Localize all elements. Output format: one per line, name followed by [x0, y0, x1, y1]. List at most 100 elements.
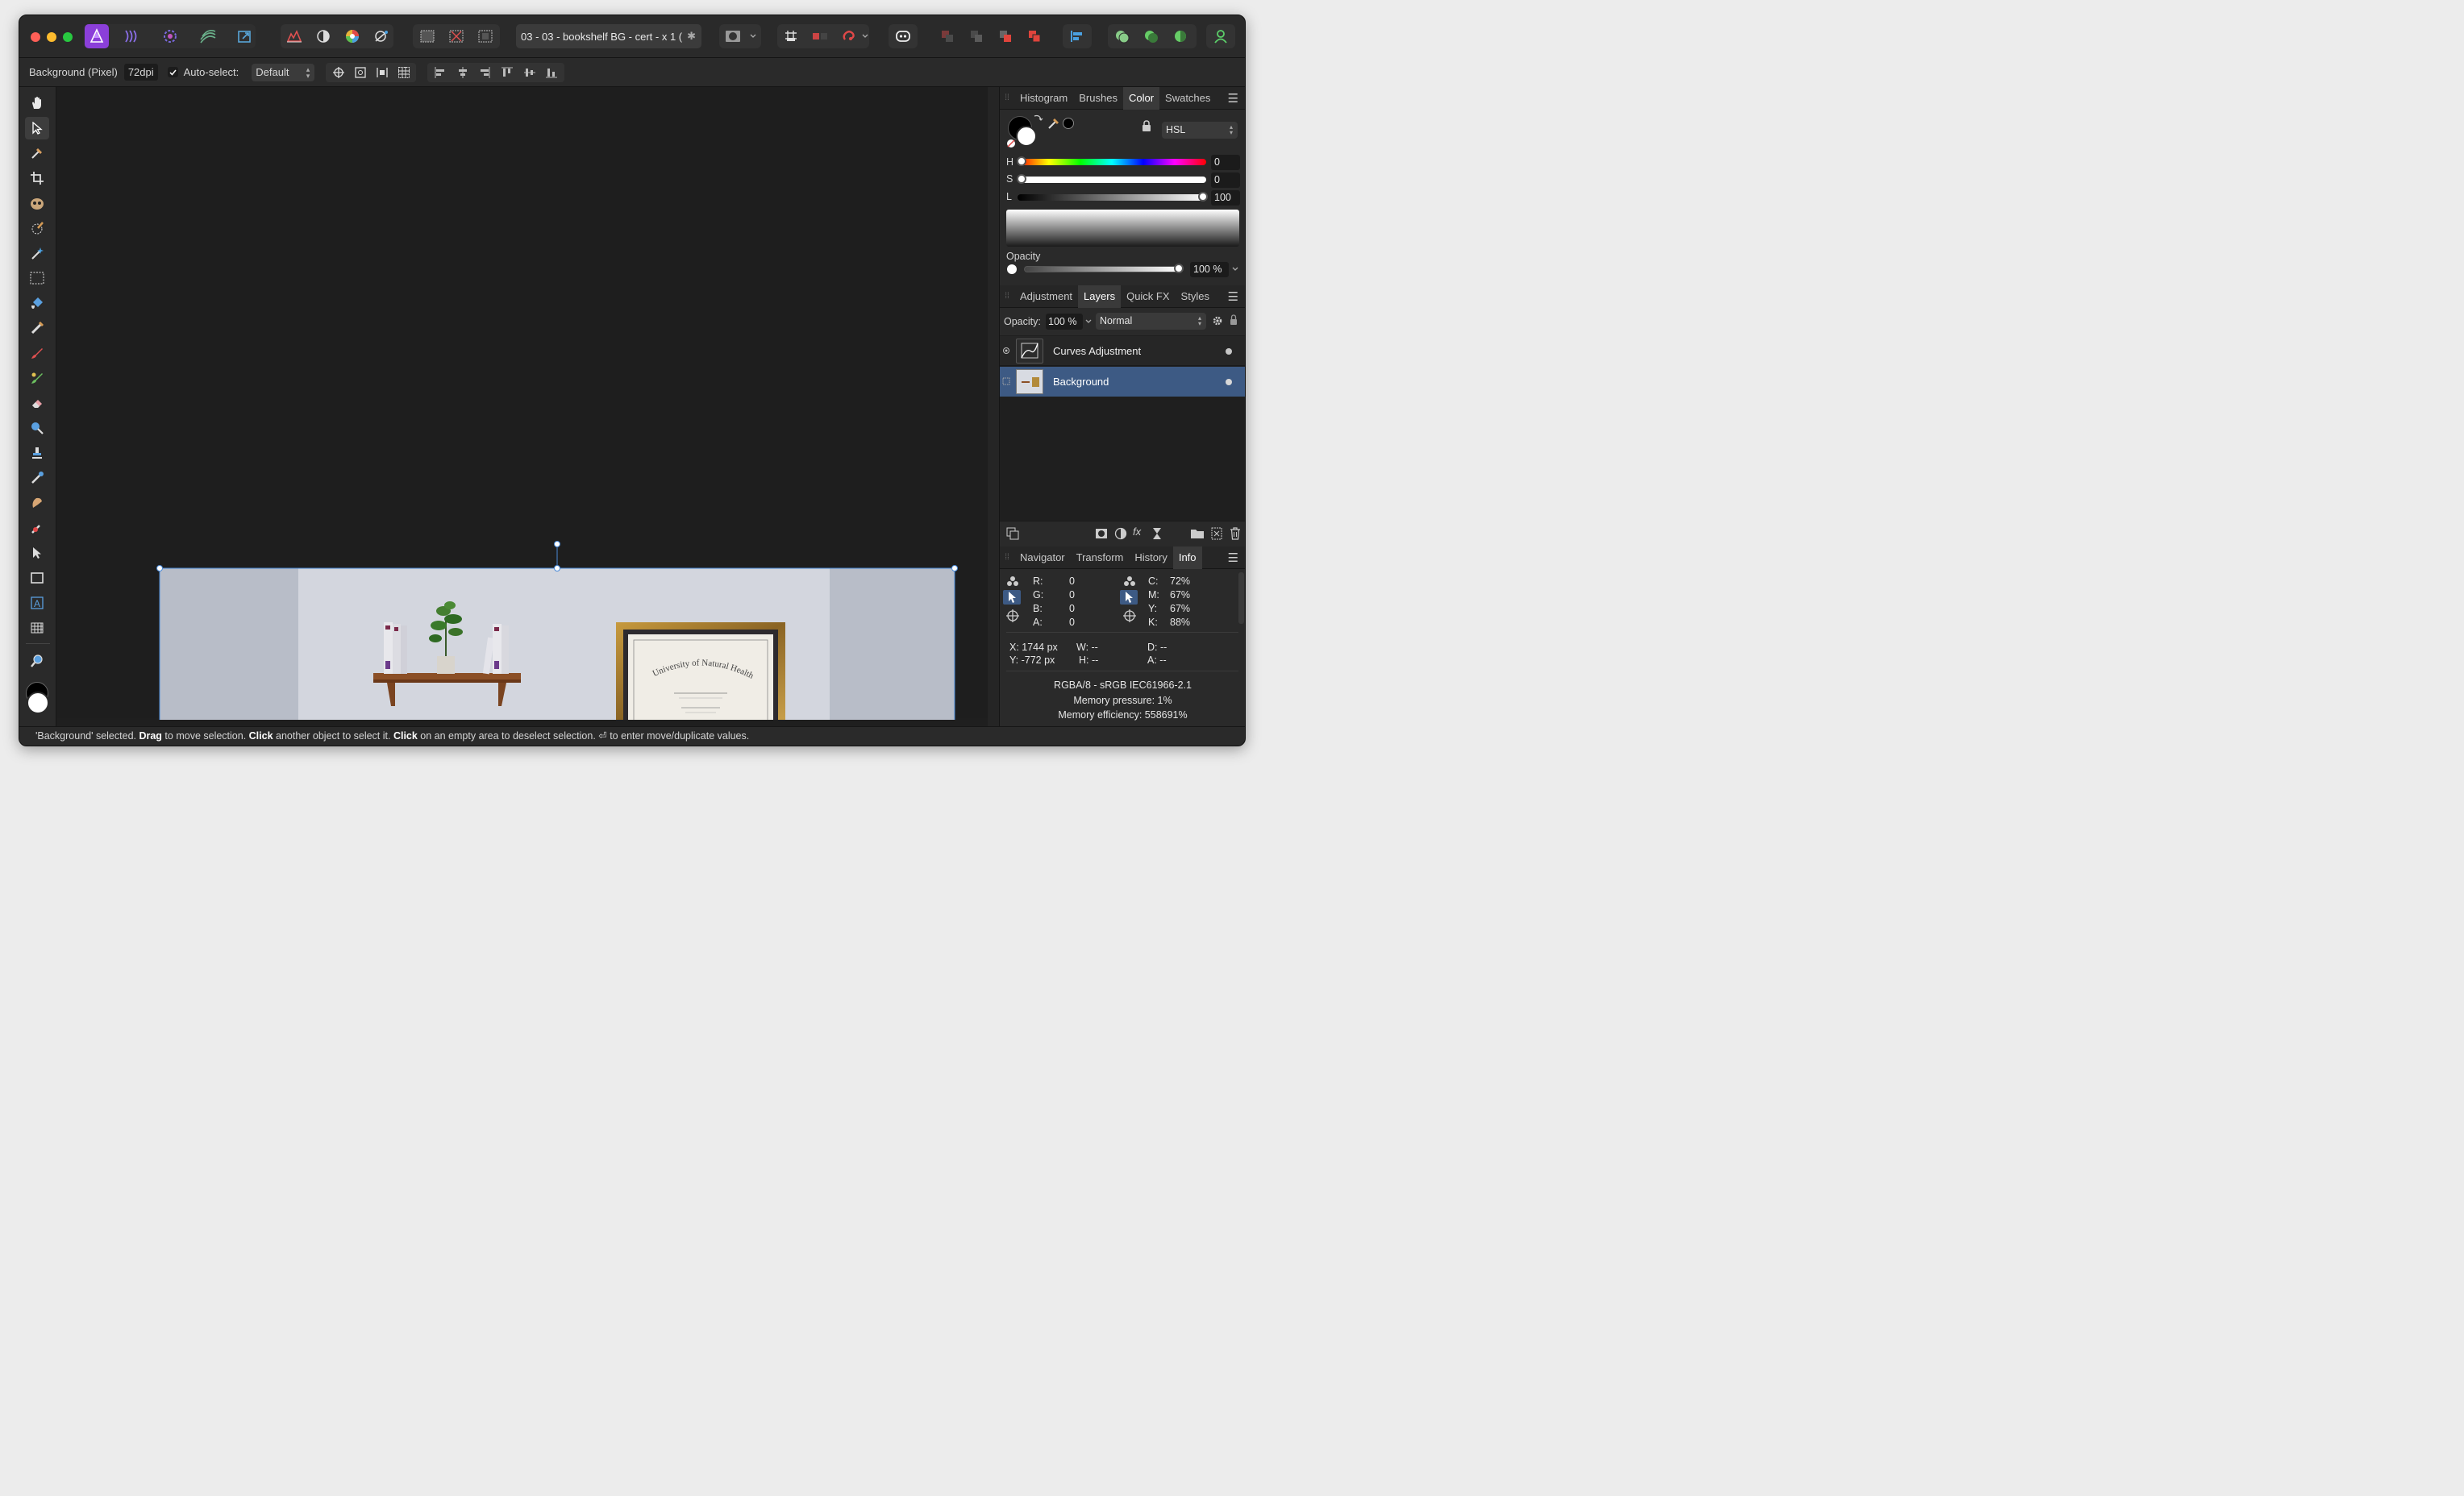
mask-dropdown-chevron-icon[interactable] — [747, 24, 760, 48]
document-modified-icon[interactable]: ✱ — [687, 30, 696, 43]
minimize-window-button[interactable] — [47, 32, 56, 42]
drag-grip-icon[interactable]: ⁞⁞ — [1000, 94, 1014, 102]
autoselect-dropdown[interactable]: Default ▴ ▾ — [252, 63, 315, 81]
color-replacement-tool-icon[interactable] — [25, 367, 49, 389]
info-scrollbar[interactable] — [1238, 572, 1244, 624]
stroke-color-swatch[interactable] — [1016, 126, 1037, 147]
layer-lock-toggle-icon[interactable] — [1002, 377, 1010, 385]
zoom-tool-icon[interactable] — [25, 650, 49, 672]
pointer-source-button[interactable] — [1003, 590, 1021, 605]
selection-brush-tool-icon[interactable] — [25, 192, 49, 214]
layer-visibility-dot[interactable] — [1226, 348, 1232, 355]
develop-persona-icon[interactable] — [158, 24, 182, 48]
cmyk-channels-icon[interactable] — [1123, 576, 1136, 587]
hue-input[interactable]: 0 — [1211, 155, 1240, 170]
artistic-text-tool-icon[interactable]: A — [25, 592, 49, 614]
opacity-slider-knob[interactable] — [1174, 264, 1184, 273]
move-tool-arrow-icon[interactable] — [25, 117, 49, 139]
alignment-icon[interactable] — [1064, 24, 1090, 48]
assistant-settings-icon[interactable] — [890, 24, 916, 48]
add-shapes-icon[interactable] — [1109, 24, 1135, 48]
photo-persona-icon[interactable] — [85, 24, 109, 48]
tab-adjustment[interactable]: Adjustment — [1014, 285, 1078, 308]
marquee-tool-icon[interactable] — [25, 267, 49, 289]
layer-row-curves[interactable]: Curves Adjustment — [1000, 336, 1245, 366]
opacity-input[interactable]: 100 % — [1190, 262, 1229, 277]
quick-mask-icon[interactable] — [721, 24, 745, 48]
corner-handle-top-left[interactable] — [156, 565, 163, 571]
node-tool-icon[interactable] — [25, 542, 49, 564]
move-back-one-icon[interactable] — [964, 24, 989, 48]
tab-info[interactable]: Info — [1172, 546, 1202, 569]
rotate-handle[interactable] — [554, 541, 560, 547]
deselect-icon[interactable] — [444, 24, 468, 48]
delete-layer-trash-icon[interactable] — [1230, 527, 1241, 540]
export-persona-icon[interactable] — [232, 24, 256, 48]
smudge-tool-icon[interactable] — [25, 492, 49, 514]
saturation-slider-knob[interactable] — [1017, 174, 1026, 184]
color-picker-tool-icon[interactable] — [25, 142, 49, 164]
hue-slider-knob[interactable] — [1017, 156, 1026, 166]
layer-settings-gear-icon[interactable] — [1212, 315, 1223, 326]
select-all-icon[interactable] — [415, 24, 439, 48]
gradient-tool-icon[interactable] — [25, 317, 49, 339]
assistant-icon[interactable] — [837, 24, 861, 48]
blend-mode-dropdown[interactable]: Normal ▴ ▾ — [1096, 313, 1206, 330]
layer-visibility-icon[interactable] — [1002, 347, 1010, 355]
saturation-input[interactable]: 0 — [1211, 172, 1240, 188]
swap-colors-icon[interactable] — [1032, 113, 1043, 124]
layer-visibility-dot[interactable] — [1226, 379, 1232, 385]
transform-origin-icon[interactable] — [332, 66, 345, 79]
color-preview-gradient[interactable] — [1006, 210, 1239, 247]
color-model-dropdown[interactable]: HSL ▴ ▾ — [1162, 122, 1238, 139]
layer-lock-icon[interactable] — [1230, 314, 1238, 326]
pixel-layer-hourglass-icon[interactable] — [1151, 527, 1163, 540]
layer-row-background[interactable]: Background — [1000, 367, 1245, 397]
close-window-button[interactable] — [31, 32, 40, 42]
paint-brush-tool-icon[interactable] — [25, 342, 49, 364]
live-filter-fx-icon[interactable]: fx — [1133, 526, 1141, 538]
white-balance-icon[interactable] — [369, 24, 393, 48]
adjustment-layer-icon[interactable] — [1114, 527, 1127, 540]
account-user-icon[interactable] — [1208, 24, 1234, 48]
flood-fill-tool-icon[interactable] — [25, 292, 49, 314]
tab-transform[interactable]: Transform — [1071, 546, 1130, 569]
magic-wand-tool-icon[interactable] — [25, 242, 49, 264]
drag-grip-icon[interactable]: ⁞⁞ — [1000, 553, 1014, 562]
assistant-dropdown-chevron-icon[interactable] — [859, 24, 871, 48]
autoselect-checkbox[interactable] — [167, 67, 178, 77]
move-forward-one-icon[interactable] — [993, 24, 1018, 48]
contrast-icon[interactable] — [311, 24, 335, 48]
tab-swatches[interactable]: Swatches — [1159, 87, 1216, 110]
secondary-color-swatch[interactable] — [27, 692, 49, 714]
invert-selection-icon[interactable] — [473, 24, 497, 48]
panel-menu-icon[interactable]: ☰ — [1228, 551, 1238, 565]
edge-handle-top[interactable] — [554, 565, 560, 571]
tab-history[interactable]: History — [1129, 546, 1172, 569]
align-top-icon[interactable] — [501, 67, 514, 78]
view-tool-hand-icon[interactable] — [25, 92, 49, 114]
align-center-icon[interactable] — [456, 66, 469, 78]
intersect-shapes-icon[interactable] — [1167, 24, 1193, 48]
panel-menu-icon[interactable]: ☰ — [1228, 91, 1238, 106]
tab-layers[interactable]: Layers — [1078, 285, 1122, 308]
eyedropper-icon[interactable] — [1047, 116, 1061, 131]
add-group-folder-icon[interactable] — [1190, 527, 1205, 540]
add-pixel-layer-icon[interactable] — [1211, 527, 1222, 540]
align-middle-icon[interactable] — [523, 67, 536, 78]
distribute-icon[interactable] — [376, 66, 389, 79]
align-right-icon[interactable] — [478, 66, 491, 78]
rectangle-tool-icon[interactable] — [25, 567, 49, 589]
pointer-source-button-cmyk[interactable] — [1120, 590, 1138, 605]
flood-select-tool-icon[interactable] — [25, 217, 49, 239]
subtract-shapes-icon[interactable] — [1138, 24, 1164, 48]
opacity-slider[interactable] — [1024, 266, 1180, 272]
rgb-channels-icon[interactable] — [1006, 576, 1019, 587]
snapping-icon[interactable] — [779, 24, 803, 48]
lightness-slider[interactable] — [1018, 194, 1206, 201]
force-pixel-alignment-icon[interactable] — [808, 24, 832, 48]
canvas-vertical-scrollbar[interactable] — [988, 87, 999, 726]
move-to-back-icon[interactable] — [935, 24, 959, 48]
zoom-window-button[interactable] — [63, 32, 73, 42]
layer-opacity-input[interactable]: 100 % — [1046, 314, 1083, 330]
